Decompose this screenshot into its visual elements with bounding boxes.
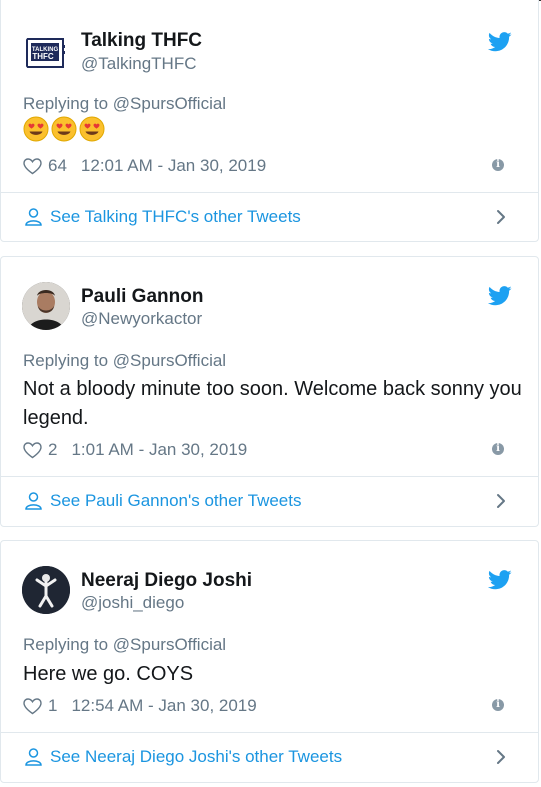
profile-photo [22, 566, 70, 614]
avatar[interactable]: TALKING THFC [22, 29, 70, 77]
like-count[interactable]: 64 [48, 156, 67, 176]
see-other-tweets-link[interactable]: See Pauli Gannon's other Tweets [1, 477, 538, 525]
twitter-bird-icon[interactable] [488, 286, 512, 306]
info-icon[interactable]: i [492, 159, 504, 171]
tweet-embed-list: TALKING THFC Talking THFC @TalkingTHFC R… [0, 0, 541, 787]
svg-text:THFC: THFC [32, 52, 54, 61]
tweet-card: Pauli Gannon @Newyorkactor Replying to @… [0, 256, 539, 527]
emoji-row [23, 116, 105, 142]
user-icon [25, 208, 42, 226]
tweet-card: TALKING THFC Talking THFC @TalkingTHFC R… [0, 0, 539, 242]
heart-eyes-emoji-icon [23, 116, 49, 142]
tweet-text: Here we go. COYS [23, 663, 194, 685]
replying-to: Replying to @SpursOfficial [23, 635, 227, 654]
avatar[interactable] [22, 282, 70, 330]
chevron-right-icon[interactable] [496, 209, 506, 225]
see-other-tweets-label[interactable]: See Pauli Gannon's other Tweets [50, 491, 301, 511]
tweet-timestamp[interactable]: 1:01 AM - Jan 30, 2019 [71, 440, 247, 460]
twitter-bird-icon[interactable] [488, 32, 512, 52]
tweet-meta: 2 1:01 AM - Jan 30, 2019 [23, 440, 247, 460]
heart-eyes-emoji-icon [51, 116, 77, 142]
like-heart-icon[interactable] [23, 697, 42, 715]
like-heart-icon[interactable] [23, 157, 42, 175]
replying-to: Replying to @SpursOfficial [23, 351, 227, 370]
like-count[interactable]: 1 [48, 696, 57, 716]
see-other-tweets-link[interactable]: See Talking THFC's other Tweets [1, 193, 538, 241]
chevron-right-icon[interactable] [496, 749, 506, 765]
info-icon[interactable]: i [492, 699, 504, 711]
see-other-tweets-label[interactable]: See Talking THFC's other Tweets [50, 207, 301, 227]
tweet-text: Not a bloody minute too soon. Welcome ba… [23, 378, 522, 429]
user-handle[interactable]: @Newyorkactor [81, 309, 202, 329]
tweet-timestamp[interactable]: 12:54 AM - Jan 30, 2019 [71, 696, 256, 716]
like-heart-icon[interactable] [23, 441, 42, 459]
user-handle[interactable]: @TalkingTHFC [81, 54, 197, 74]
display-name[interactable]: Talking THFC [81, 30, 202, 52]
see-other-tweets-link[interactable]: See Neeraj Diego Joshi's other Tweets [1, 733, 538, 781]
replying-to: Replying to @SpursOfficial [23, 94, 227, 113]
tweet-timestamp[interactable]: 12:01 AM - Jan 30, 2019 [81, 156, 266, 176]
avatar[interactable] [22, 566, 70, 614]
tweet-meta: 64 12:01 AM - Jan 30, 2019 [23, 156, 266, 176]
profile-photo [22, 282, 70, 330]
chevron-right-icon[interactable] [496, 493, 506, 509]
display-name[interactable]: Pauli Gannon [81, 286, 203, 308]
talking-thfc-logo: TALKING THFC [26, 38, 65, 68]
user-icon [25, 748, 42, 766]
like-count[interactable]: 2 [48, 440, 57, 460]
user-icon [25, 492, 42, 510]
see-other-tweets-label[interactable]: See Neeraj Diego Joshi's other Tweets [50, 747, 342, 767]
tweet-card: Neeraj Diego Joshi @joshi_diego Replying… [0, 540, 539, 783]
display-name[interactable]: Neeraj Diego Joshi [81, 570, 252, 592]
heart-eyes-emoji-icon [79, 116, 105, 142]
twitter-bird-icon[interactable] [488, 570, 512, 590]
info-icon[interactable]: i [492, 443, 504, 455]
user-handle[interactable]: @joshi_diego [81, 593, 184, 613]
tweet-meta: 1 12:54 AM - Jan 30, 2019 [23, 696, 257, 716]
